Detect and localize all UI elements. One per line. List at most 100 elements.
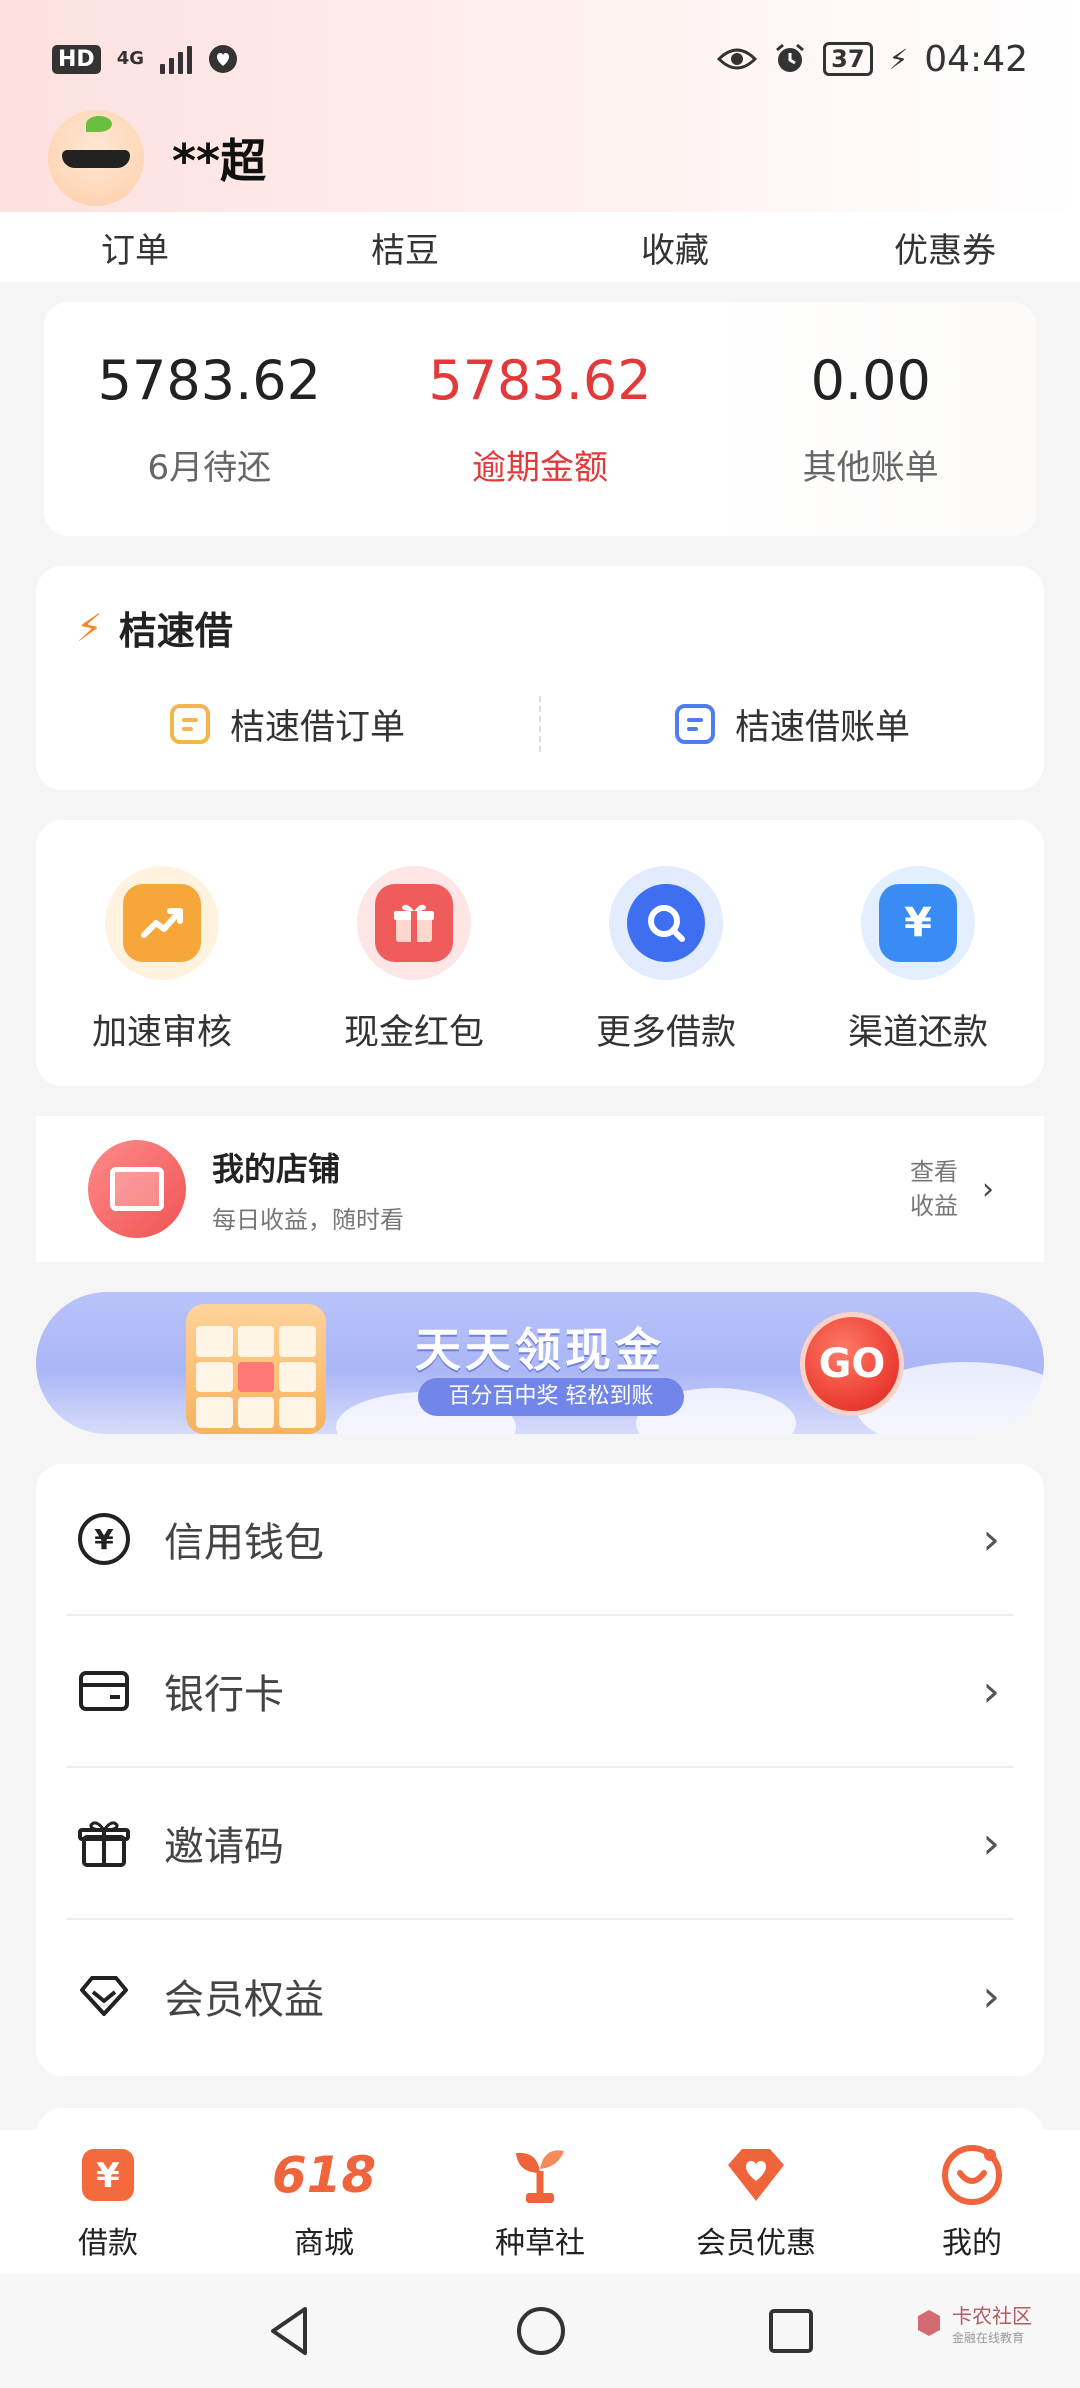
stat-label: 其他账单 — [802, 448, 939, 488]
menu-label: 银行卡 — [164, 1672, 284, 1718]
quick-tab-favorites[interactable]: 收藏 — [555, 223, 795, 272]
quick-loan-title-text: 桔速借 — [118, 609, 233, 653]
quick-tab-coupons[interactable]: 优惠券 — [825, 223, 1065, 272]
menu-credit-wallet[interactable]: ¥ 信用钱包 › — [66, 1464, 1014, 1616]
chevron-right-icon: › — [982, 1970, 1000, 2022]
tab-loan[interactable]: ¥ 借款 — [0, 2142, 216, 2262]
trend-up-icon — [123, 884, 201, 962]
yen-circle-icon: ¥ — [74, 1509, 134, 1569]
status-right: 37 ⚡ 04:42 — [717, 39, 1028, 80]
account-menu: ¥ 信用钱包 › 银行卡 › 邀请码 › 会员权益 › — [36, 1464, 1044, 2076]
tab-label: 会员优惠 — [696, 2226, 816, 2261]
tool-icon-bg — [609, 866, 723, 980]
stat-other-bills[interactable]: 0.00 其他账单 — [705, 302, 1037, 536]
shop-view-earnings-label: 查看收益 — [910, 1158, 958, 1220]
home-icon[interactable] — [515, 2305, 567, 2357]
shop-title: 我的店铺 — [212, 1149, 341, 1188]
quick-loan-links: 桔速借订单 桔速借账单 — [36, 684, 1044, 764]
profile-header[interactable]: **超 — [48, 110, 266, 206]
quick-tab-beans[interactable]: 桔豆 — [285, 223, 525, 272]
chevron-right-icon: › — [982, 1171, 994, 1207]
stat-value: 0.00 — [810, 349, 931, 412]
quick-tabs: 订单 桔豆 收藏 优惠券 — [0, 212, 1080, 282]
my-shop-row[interactable]: 我的店铺 每日收益，随时看 查看收益 › — [36, 1116, 1044, 1262]
menu-label: 邀请码 — [164, 1824, 284, 1870]
tool-cash-red-packet[interactable]: 现金红包 — [288, 820, 540, 1086]
tab-community[interactable]: 种草社 — [432, 2142, 648, 2262]
daily-cash-banner[interactable]: 天天领现金 百分百中奖 轻松到账 GO — [36, 1292, 1044, 1434]
clock: 04:42 — [924, 38, 1028, 80]
menu-bank-card[interactable]: 银行卡 › — [66, 1616, 1014, 1768]
recents-icon[interactable] — [767, 2307, 815, 2355]
watermark-name: 卡农社区 — [952, 2304, 1032, 2328]
document-icon — [674, 704, 715, 744]
bill-summary-card: 5783.62 6月待还 5783.62 逾期金额 0.00 其他账单 — [44, 302, 1037, 536]
sprout-icon — [508, 2142, 572, 2208]
stat-due-this-month[interactable]: 5783.62 6月待还 — [44, 302, 375, 536]
stat-label: 6月待还 — [147, 448, 272, 488]
search-icon — [627, 884, 705, 962]
svg-text:¥: ¥ — [94, 1523, 114, 1556]
tab-mine[interactable]: 我的 — [864, 2142, 1080, 2262]
shop-texts: 我的店铺 每日收益，随时看 — [212, 1144, 404, 1235]
watermark-sub: 金融在线教育 — [952, 2331, 1025, 2345]
shop-subtitle: 每日收益，随时看 — [212, 1205, 404, 1234]
lightning-icon: ⚡ — [76, 605, 103, 650]
smile-icon — [940, 2142, 1004, 2208]
tab-label: 借款 — [78, 2226, 138, 2261]
quick-loan-title: ⚡ 桔速借 — [76, 600, 233, 655]
menu-member-benefits[interactable]: 会员权益 › — [66, 1920, 1014, 2072]
tab-mall[interactable]: 618 商城 — [216, 2142, 432, 2262]
chevron-right-icon: › — [982, 1513, 1000, 1565]
alarm-icon — [776, 43, 805, 72]
loan-icon: ¥ — [78, 2142, 138, 2208]
heart-badge-icon — [724, 2142, 788, 2208]
tool-more-loans[interactable]: 更多借款 — [540, 820, 792, 1086]
card-icon — [74, 1661, 134, 1721]
storefront-shape — [110, 1167, 164, 1211]
tool-label: 加速审核 — [91, 1013, 232, 1053]
stat-overdue[interactable]: 5783.62 逾期金额 — [375, 302, 706, 536]
menu-label: 信用钱包 — [164, 1520, 324, 1566]
quick-loan-bill-link[interactable]: 桔速借账单 — [541, 684, 1044, 764]
tool-label: 更多借款 — [595, 1013, 736, 1053]
network-type: 4G — [116, 48, 144, 69]
charging-icon: ⚡ — [888, 42, 909, 76]
diamond-icon — [74, 1966, 134, 2026]
signal-icon — [160, 44, 192, 74]
tool-label: 渠道还款 — [847, 1013, 988, 1053]
go-button[interactable]: GO — [800, 1312, 904, 1416]
watermark-icon — [918, 2310, 940, 2336]
tab-label: 商城 — [294, 2226, 354, 2261]
sunglasses-decoration — [62, 150, 130, 168]
tool-icon-bg — [105, 866, 219, 980]
shop-icon — [88, 1140, 186, 1238]
tool-icon-bg: ¥ — [861, 866, 975, 980]
gift-outline-icon — [74, 1813, 134, 1873]
mall-618-icon: 618 — [272, 2142, 376, 2208]
back-icon[interactable] — [265, 2304, 315, 2358]
tool-label: 现金红包 — [343, 1013, 484, 1053]
tool-channel-repay[interactable]: ¥ 渠道还款 — [792, 820, 1044, 1086]
svg-text:¥: ¥ — [96, 2156, 120, 2196]
stat-value: 5783.62 — [97, 349, 321, 412]
status-bar: HD 4G 37 ⚡ 04:42 — [0, 0, 1080, 118]
yen-icon: ¥ — [879, 884, 957, 962]
eye-icon — [717, 48, 758, 70]
watermark-text: 卡农社区 金融在线教育 — [952, 2300, 1032, 2346]
quick-loan-order-label: 桔速借订单 — [229, 707, 405, 748]
username: **超 — [172, 134, 267, 188]
menu-invite-code[interactable]: 邀请码 › — [66, 1768, 1014, 1920]
tab-label: 种草社 — [495, 2226, 585, 2261]
shop-view-earnings[interactable]: 查看收益 › — [908, 1155, 994, 1223]
quick-loan-order-link[interactable]: 桔速借订单 — [36, 684, 539, 764]
avatar[interactable] — [48, 110, 144, 206]
chevron-right-icon: › — [982, 1817, 1000, 1869]
leaf-decoration — [86, 116, 112, 132]
tab-member-deals[interactable]: 会员优惠 — [648, 2142, 864, 2262]
quick-tab-orders[interactable]: 订单 — [15, 223, 255, 272]
watermark-logo: 卡农社区 金融在线教育 — [912, 2300, 1032, 2346]
chevron-right-icon: › — [982, 1665, 1000, 1717]
tool-speed-review[interactable]: 加速审核 — [36, 820, 288, 1086]
menu-label: 会员权益 — [164, 1977, 324, 2023]
